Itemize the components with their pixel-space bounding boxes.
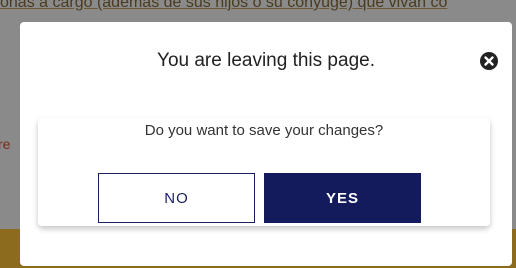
dialog-question: Do you want to save your changes? xyxy=(144,122,384,139)
dialog-body-card: Do you want to save your changes? NO YES xyxy=(38,118,490,226)
background-text-fragment: re xyxy=(0,136,11,152)
no-button[interactable]: NO xyxy=(98,173,255,223)
leave-page-dialog: You are leaving this page. Do you want t… xyxy=(20,22,512,266)
close-icon[interactable] xyxy=(479,51,499,71)
background-text: onas a cargo (además de sus hijos o su c… xyxy=(0,0,448,11)
dialog-title: You are leaving this page. xyxy=(157,50,375,71)
yes-button[interactable]: YES xyxy=(264,173,421,223)
